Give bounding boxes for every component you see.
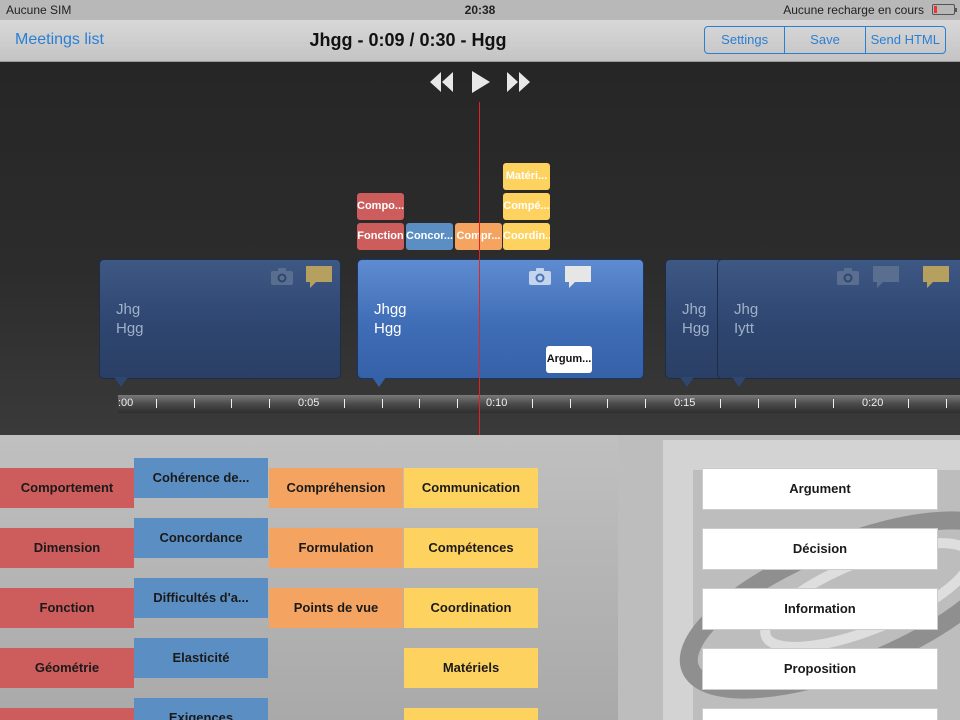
ruler-tick (156, 399, 157, 408)
category-button[interactable] (404, 708, 538, 720)
category-button[interactable]: Points de vue (269, 588, 403, 628)
category-button[interactable]: Elasticité (134, 638, 268, 678)
ruler-tick (795, 399, 796, 408)
ruler-tick (946, 399, 947, 408)
clip-marker (372, 377, 386, 387)
timeline-tag[interactable]: Compé... (503, 193, 550, 220)
clip-name: Jhg (682, 301, 707, 318)
category-button[interactable]: Compétences (404, 528, 538, 568)
play-icon[interactable] (466, 68, 494, 96)
transport-controls (428, 66, 532, 98)
comment-icon[interactable] (304, 264, 334, 290)
clip-marker (732, 377, 746, 387)
clip-participant: Hgg (682, 320, 710, 337)
clip-name: Jhg (734, 301, 759, 318)
camera-icon[interactable] (528, 266, 552, 286)
clip-tag[interactable]: Argum... (546, 346, 592, 373)
battery-icon (932, 4, 957, 15)
camera-icon[interactable] (836, 266, 860, 286)
category-button[interactable]: Matériels (404, 648, 538, 688)
category-button[interactable]: Concordance (134, 518, 268, 558)
ruler-label: 0:20 (862, 397, 884, 409)
ruler-tick (269, 399, 270, 408)
category-button[interactable]: Décision (702, 528, 938, 570)
timeline-tag[interactable]: Coordin... (503, 223, 550, 250)
clip-participant: Iytt (734, 320, 755, 337)
comment-icon[interactable] (921, 264, 951, 290)
camera-icon[interactable] (270, 266, 294, 286)
comment-icon[interactable] (871, 264, 901, 290)
category-button[interactable]: Dimension (0, 528, 134, 568)
category-button[interactable] (0, 708, 134, 720)
clip-participant: Hgg (116, 320, 144, 337)
ruler-tick (382, 399, 383, 408)
ruler-tick (570, 399, 571, 408)
timeline-stage[interactable]: Matéri... Compo... Compé... Fonction Con… (0, 62, 960, 435)
category-button[interactable]: Cohérence de... (134, 458, 268, 498)
timeline-tag[interactable]: Compo... (357, 193, 404, 220)
clip-participant: Hgg (374, 320, 402, 337)
clip-selected[interactable]: Jhgg Hgg Argum... (357, 259, 644, 387)
nav-bar: Meetings list Jhgg - 0:09 / 0:30 - Hgg S… (0, 20, 960, 62)
clip-name: Jhg (116, 301, 141, 318)
settings-button[interactable]: Settings (705, 27, 786, 53)
category-button[interactable]: Géométrie (0, 648, 134, 688)
ruler-label: 0:15 (674, 397, 696, 409)
ruler-tick (645, 399, 646, 408)
clip-marker (680, 377, 694, 387)
ruler-tick (457, 399, 458, 408)
ruler-tick (833, 399, 834, 408)
status-bar: Aucune SIM 20:38 Aucune recharge en cour… (0, 0, 960, 20)
clip-name: Jhgg (374, 301, 407, 318)
clip-marker (114, 377, 128, 387)
ruler-tick (231, 399, 232, 408)
toolbar-segment: Settings Save Send HTML (704, 26, 946, 54)
category-button[interactable]: Fonction (0, 588, 134, 628)
category-button[interactable]: Information (702, 588, 938, 630)
ruler-tick (419, 399, 420, 408)
ruler-tick (720, 399, 721, 408)
comment-icon[interactable] (563, 264, 593, 290)
ruler-label: :00 (118, 397, 134, 409)
clip[interactable]: Jhg Iytt (717, 259, 960, 387)
category-button[interactable]: Difficultés d'a... (134, 578, 268, 618)
timeline-tag[interactable]: Concor... (406, 223, 453, 250)
ruler-label: 0:05 (298, 397, 320, 409)
category-button[interactable] (702, 708, 938, 720)
ruler-tick (607, 399, 608, 408)
ruler-tick (532, 399, 533, 408)
playhead[interactable] (479, 102, 480, 435)
ruler-label: 0:10 (486, 397, 508, 409)
category-button[interactable]: Argument (702, 468, 938, 510)
category-button[interactable]: Coordination (404, 588, 538, 628)
category-palette: Comportement Dimension Fonction Géométri… (0, 435, 960, 720)
clip[interactable]: Jhg Hgg (99, 259, 341, 387)
ruler-tick (344, 399, 345, 408)
ruler-tick (908, 399, 909, 408)
category-button[interactable]: Formulation (269, 528, 403, 568)
save-button[interactable]: Save (785, 27, 866, 53)
send-html-button[interactable]: Send HTML (866, 27, 945, 53)
timeline-tag[interactable]: Fonction (357, 223, 404, 250)
timeline-tag[interactable]: Matéri... (503, 163, 550, 190)
rewind-icon[interactable] (428, 68, 456, 96)
ruler-tick (194, 399, 195, 408)
charging-label: Aucune recharge en cours (783, 3, 924, 17)
fast-forward-icon[interactable] (504, 68, 532, 96)
page-title: Jhgg - 0:09 / 0:30 - Hgg (309, 30, 507, 50)
category-button[interactable]: Communication (404, 468, 538, 508)
ruler-tick (758, 399, 759, 408)
category-button[interactable]: Compréhension (269, 468, 403, 508)
category-button[interactable]: Proposition (702, 648, 938, 690)
category-button[interactable]: Comportement (0, 468, 134, 508)
time-ruler[interactable]: :00 0:05 0:10 0:15 0:20 (118, 395, 960, 413)
category-button[interactable]: Exigences (134, 698, 268, 720)
